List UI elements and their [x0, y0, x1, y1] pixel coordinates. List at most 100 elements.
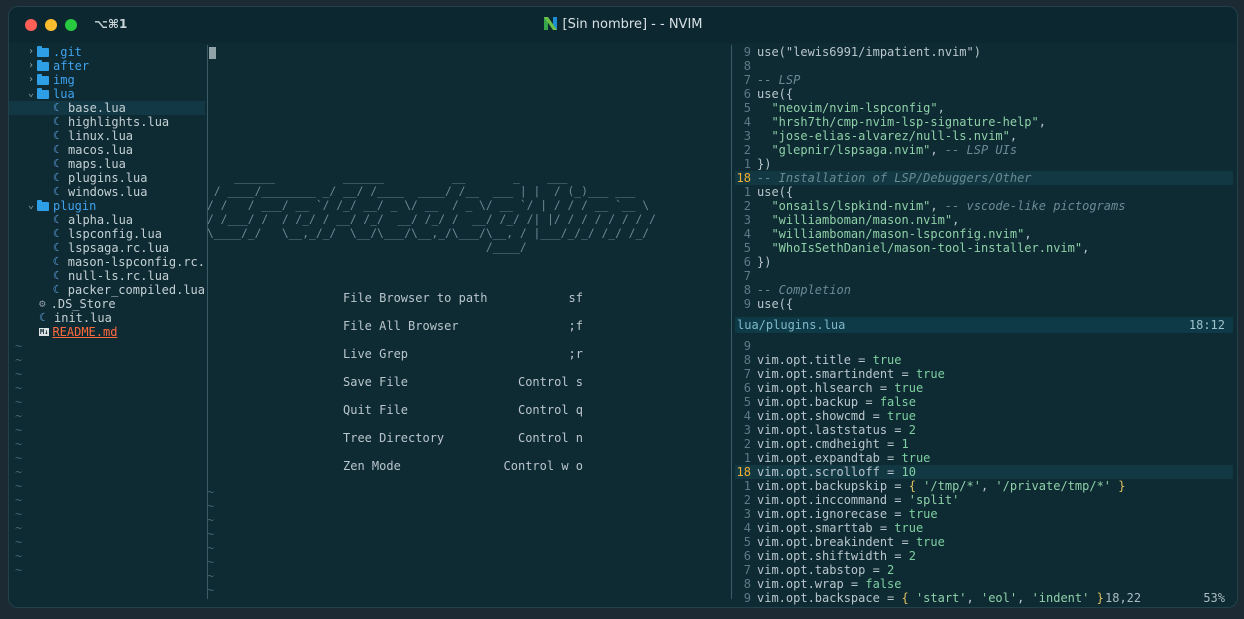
tree-file[interactable]: ☾ windows.lua — [9, 185, 205, 199]
code-token: use({ — [757, 87, 794, 101]
dashboard-button-label: Tree Directory — [343, 431, 445, 445]
dashboard-button[interactable]: Zen Mode Control w o — [343, 459, 583, 487]
code-line[interactable]: 8 vim.opt.wrap = false — [735, 577, 1233, 591]
tree-file[interactable]: ☾ packer_compiled.lua — [9, 283, 205, 297]
file-name: plugins.lua — [68, 171, 148, 185]
dashboard-button[interactable]: Live Grep ;r — [343, 347, 583, 375]
dashboard-button-shortcut: ;f — [568, 319, 583, 333]
tree-file[interactable]: ☾ highlights.lua — [9, 115, 205, 129]
code-line[interactable]: 3 "williamboman/mason.nvim", — [735, 213, 1233, 227]
code-line[interactable]: 8 — [735, 59, 1233, 73]
code-token: use({ — [757, 297, 794, 311]
code-line[interactable]: 1 vim.opt.backupskip = { '/tmp/*', '/priv… — [735, 479, 1233, 493]
code-line[interactable]: 4 vim.opt.smarttab = true — [735, 521, 1233, 535]
file-name: macos.lua — [68, 143, 134, 157]
code-line[interactable]: 6 vim.opt.hlsearch = true — [735, 381, 1233, 395]
code-line[interactable]: 4 "williamboman/mason-lspconfig.nvim", — [735, 227, 1233, 241]
line-number: 5 — [743, 101, 751, 115]
code-line[interactable]: 18 vim.opt.scrolloff = 10 — [735, 465, 1233, 479]
tree-file[interactable]: ☾ lspconfig.lua — [9, 227, 205, 241]
code-token: 2 — [908, 423, 916, 437]
code-line[interactable]: 2 "onsails/lspkind-nvim", -- vscode-like… — [735, 199, 1233, 213]
tree-file[interactable]: ☾ macos.lua — [9, 143, 205, 157]
code-line[interactable]: 18 -- Installation of LSP/Debuggers/Other — [735, 171, 1233, 185]
code-line[interactable]: 5 vim.opt.backup = false — [735, 395, 1233, 409]
code-line[interactable]: 5 vim.opt.breakindent = true — [735, 535, 1233, 549]
code-line[interactable]: 2 "glepnir/lspsaga.nvim", -- LSP UIs — [735, 143, 1233, 157]
code-line[interactable]: 9 use("lewis6991/impatient.nvim") — [735, 45, 1233, 59]
code-token: true — [872, 353, 902, 367]
line-number: 6 — [743, 87, 751, 101]
code-line[interactable]: 9 — [735, 339, 1233, 353]
tree-file[interactable]: ☾ init.lua — [9, 311, 205, 325]
tree-folder[interactable]: › .git — [9, 45, 205, 59]
file-name: maps.lua — [68, 157, 126, 171]
code-line[interactable]: 3 vim.opt.ignorecase = true — [735, 507, 1233, 521]
tree-folder[interactable]: › after — [9, 59, 205, 73]
tree-folder[interactable]: › img — [9, 73, 205, 87]
code-line[interactable]: 4 vim.opt.showcmd = true — [735, 409, 1233, 423]
dashboard-button[interactable]: File All Browser ;f — [343, 319, 583, 347]
tree-file[interactable]: ⚙ .DS_Store — [9, 297, 205, 311]
tree-folder[interactable]: ⌄ plugin — [9, 199, 205, 213]
tree-file[interactable]: ☾ plugins.lua — [9, 171, 205, 185]
dashboard-button[interactable]: Save File Control s — [343, 375, 583, 403]
code-pane-top[interactable]: 9 use("lewis6991/impatient.nvim") 8 7 -- LSP… — [735, 45, 1233, 315]
code-token: "neovim/nvim-lspconfig" — [757, 101, 938, 115]
chevron-right-icon[interactable]: › — [25, 59, 37, 73]
code-text: use({ — [757, 87, 793, 101]
chevron-down-icon[interactable]: ⌄ — [25, 199, 37, 213]
code-line[interactable]: 7 vim.opt.tabstop = 2 — [735, 563, 1233, 577]
dashboard-button[interactable]: File Browser to path sf — [343, 291, 583, 319]
code-token: , — [1024, 227, 1032, 241]
code-line[interactable]: 1 use({ — [735, 185, 1233, 199]
empty-line-marker: ~ — [207, 555, 215, 569]
pane-statusline: lua/plugins.lua 18:12 — [735, 317, 1233, 333]
tree-file[interactable]: ☾ mason-lspconfig.rc. — [9, 255, 205, 269]
code-line[interactable]: 8 vim.opt.title = true — [735, 353, 1233, 367]
code-token: , — [952, 213, 960, 227]
dashboard-button[interactable]: Tree Directory Control n — [343, 431, 583, 459]
code-line[interactable]: 1 vim.opt.expandtab = true — [735, 451, 1233, 465]
code-line[interactable]: 7 — [735, 269, 1233, 283]
code-line[interactable]: 4 "hrsh7th/cmp-nvim-lsp-signature-help", — [735, 115, 1233, 129]
code-line[interactable]: 7 vim.opt.smartindent = true — [735, 367, 1233, 381]
chevron-right-icon[interactable]: › — [25, 73, 37, 87]
code-line[interactable]: 6 use({ — [735, 87, 1233, 101]
chevron-right-icon[interactable]: › — [25, 45, 37, 59]
tree-folder[interactable]: ⌄ lua — [9, 87, 205, 101]
tree-file[interactable]: ☾ linux.lua — [9, 129, 205, 143]
tree-file[interactable]: ☾ maps.lua — [9, 157, 205, 171]
dashboard-button[interactable]: Quit File Control q — [343, 403, 583, 431]
tree-file[interactable]: M↓ README.md — [9, 325, 205, 339]
dashboard-button-label: File All Browser — [343, 319, 459, 333]
code-line[interactable]: 9 use({ — [735, 297, 1233, 311]
code-line[interactable]: 2 vim.opt.inccommand = 'split' — [735, 493, 1233, 507]
code-text: "onsails/lspkind-nvim", -- vscode-like p… — [757, 199, 1125, 213]
dashboard-header-art: ______ ______ __ _ ___ / ____/________ _… — [207, 171, 656, 255]
code-line[interactable]: 6 vim.opt.shiftwidth = 2 — [735, 549, 1233, 563]
lua-file-icon: ☾ — [53, 129, 60, 142]
code-line[interactable]: 5 "WhoIsSethDaniel/mason-tool-installer.… — [735, 241, 1233, 255]
tree-file[interactable]: ☾ alpha.lua — [9, 213, 205, 227]
code-pane-bottom[interactable]: 9 8 vim.opt.title = true 7 vim.opt.smartinde… — [735, 339, 1233, 605]
tree-file[interactable]: ☾ base.lua — [9, 101, 205, 115]
line-number: 4 — [743, 227, 751, 241]
code-token: true — [887, 409, 916, 423]
code-line[interactable]: 1}) — [735, 157, 1233, 171]
line-number: 7 — [743, 367, 751, 381]
text-cursor — [209, 47, 216, 59]
line-number: 3 — [743, 423, 751, 437]
code-token: vim.opt.inccommand = — [757, 493, 909, 507]
code-line[interactable]: 3 "jose-elias-alvarez/null-ls.nvim", — [735, 129, 1233, 143]
code-line[interactable]: 6}) — [735, 255, 1233, 269]
chevron-down-icon[interactable]: ⌄ — [25, 87, 37, 101]
code-line[interactable]: 2 vim.opt.cmdheight = 1 — [735, 437, 1233, 451]
tree-file[interactable]: ☾ null-ls.rc.lua — [9, 269, 205, 283]
code-line[interactable]: 8 -- Completion — [735, 283, 1233, 297]
line-number: 3 — [743, 129, 751, 143]
tree-file[interactable]: ☾ lspsaga.rc.lua — [9, 241, 205, 255]
code-line[interactable]: 3 vim.opt.laststatus = 2 — [735, 423, 1233, 437]
code-line[interactable]: 7 -- LSP — [735, 73, 1233, 87]
code-line[interactable]: 5 "neovim/nvim-lspconfig", — [735, 101, 1233, 115]
